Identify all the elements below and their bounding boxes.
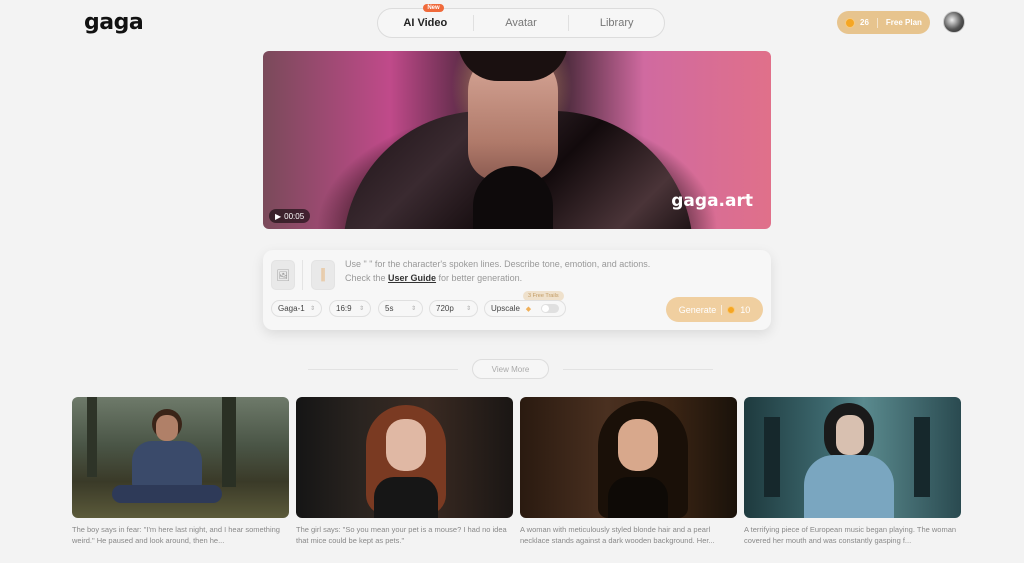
plan-divider [876, 17, 878, 28]
video-duration: 00:05 [284, 211, 305, 221]
example-caption: A woman with meticulously styled blonde … [520, 525, 715, 545]
example-thumbnail[interactable] [744, 397, 961, 518]
duration-value: 5s [385, 304, 394, 313]
model-value: Gaga-1 [278, 304, 305, 313]
example-card[interactable]: The boy says in fear: "I'm here last nig… [72, 397, 289, 546]
main-nav: AI Video New Avatar Library [377, 4, 665, 38]
divider-left [308, 369, 458, 370]
plan-label: Free Plan [885, 18, 922, 27]
panel-divider [302, 260, 303, 290]
tree-trunk [222, 397, 236, 487]
watermark: gaga.art [671, 191, 753, 211]
image-icon: 🖼 [276, 269, 290, 282]
boy-face [156, 415, 178, 441]
view-more-button[interactable]: View More [472, 359, 549, 379]
coin-icon [727, 305, 736, 314]
divider-right [563, 369, 713, 370]
woman-body [608, 477, 668, 518]
tree-trunk [87, 397, 97, 477]
resolution-select[interactable]: 720p ⇕ [429, 300, 478, 317]
girl-body [374, 477, 438, 518]
model-select[interactable]: Gaga-1 ⇕ [271, 300, 322, 317]
prompt-placeholder-line1: Use " " for the character's spoken lines… [345, 259, 651, 269]
video-play-button[interactable]: ▶ 00:05 [269, 209, 311, 223]
boy-body [132, 441, 202, 491]
duration-select[interactable]: 5s ⇕ [378, 300, 423, 317]
woman-gown [804, 455, 894, 518]
example-caption: A terrifying piece of European music beg… [744, 525, 957, 545]
chevron-updown-icon: ⇕ [465, 306, 471, 312]
example-card[interactable]: A terrifying piece of European music beg… [744, 397, 961, 546]
gaga-logo[interactable]: gaga [84, 10, 144, 35]
chevron-updown-icon: ⇕ [410, 306, 416, 312]
generate-button[interactable]: Generate 10 [666, 297, 763, 322]
example-card[interactable]: A woman with meticulously styled blonde … [520, 397, 737, 546]
ratio-value: 16:9 [336, 304, 352, 313]
play-icon: ▶ [275, 211, 282, 221]
coin-icon [845, 17, 855, 28]
woman-face [836, 415, 864, 455]
tab-avatar-label: Avatar [505, 17, 537, 29]
hero-video[interactable]: gaga.art ▶ 00:05 [263, 51, 771, 229]
example-thumbnail[interactable] [72, 397, 289, 518]
prompt-hint-prefix: Check the [345, 273, 389, 283]
prompt-hint: Check the User Guide for better generati… [345, 273, 522, 283]
tab-ai-video[interactable]: AI Video New [378, 4, 473, 37]
example-caption: The girl says: "So you mean your pet is … [296, 525, 507, 545]
prompt-input[interactable]: Use " " for the character's spoken lines… [345, 259, 650, 269]
example-caption: The boy says in fear: "I'm here last nig… [72, 525, 280, 545]
new-badge: New [423, 4, 444, 12]
chevron-updown-icon: ⇕ [358, 306, 364, 312]
plan-button[interactable]: 26 Free Plan [837, 11, 930, 34]
generate-label: Generate [678, 304, 717, 315]
boy-legs [112, 485, 222, 503]
upscale-toggle[interactable]: Upscale ◆ [484, 300, 566, 317]
image-upload-button[interactable]: 🖼 [271, 260, 295, 290]
upscale-switch[interactable] [540, 304, 559, 313]
door [764, 417, 780, 497]
generate-divider [721, 304, 723, 315]
prompt-panel: 🖼 ║ Use " " for the character's spoken l… [263, 250, 771, 330]
resolution-value: 720p [436, 304, 454, 313]
example-thumbnail[interactable] [520, 397, 737, 518]
example-thumbnail[interactable] [296, 397, 513, 518]
example-card[interactable]: The girl says: "So you mean your pet is … [296, 397, 513, 546]
audio-upload-button[interactable]: ║ [311, 260, 335, 290]
diamond-icon: ◆ [525, 305, 532, 313]
chevron-updown-icon: ⇕ [309, 306, 315, 312]
user-avatar[interactable] [943, 11, 965, 33]
tab-library-label: Library [599, 17, 634, 29]
prompt-hint-suffix: for better generation. [436, 273, 523, 283]
tab-avatar[interactable]: Avatar [474, 9, 569, 37]
door [914, 417, 930, 497]
credits-count: 26 [860, 18, 869, 27]
upscale-label: Upscale [491, 304, 520, 313]
generate-cost: 10 [740, 304, 751, 315]
user-guide-link[interactable]: User Guide [388, 273, 436, 283]
woman-face [618, 419, 658, 471]
ratio-select[interactable]: 16:9 ⇕ [329, 300, 371, 317]
girl-face [386, 419, 426, 471]
tab-ai-video-label: AI Video [403, 17, 448, 29]
tab-library[interactable]: Library [569, 9, 664, 37]
audio-wave-icon: ║ [319, 269, 327, 281]
